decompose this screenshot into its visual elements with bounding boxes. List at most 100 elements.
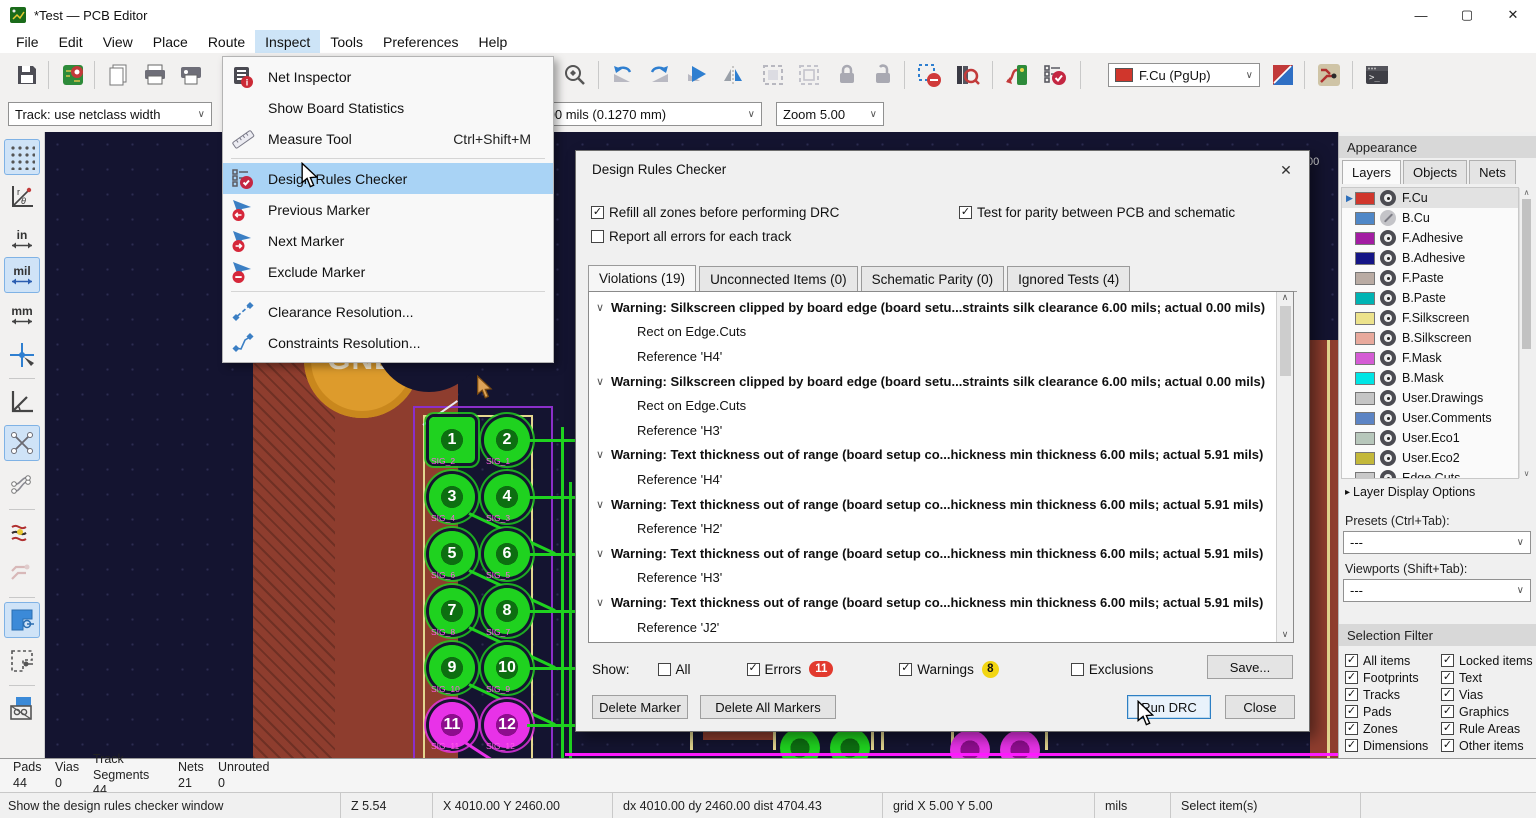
unfill-zones-button[interactable] [914,60,944,90]
layer-row-b-paste[interactable]: B.Paste [1342,288,1518,308]
visibility-eye-icon[interactable] [1380,230,1396,246]
net-highlight-button[interactable] [5,515,39,549]
layer-color-swatch[interactable] [1355,332,1375,345]
filter-rule-areas[interactable]: Rule Areas [1441,720,1533,737]
zoom-select[interactable]: Zoom 5.00∨ [776,102,884,126]
menu-help[interactable]: Help [468,30,517,53]
menu-file[interactable]: File [6,30,49,53]
track-width-select[interactable]: Track: use netclass width∨ [8,102,212,126]
layer-color-swatch[interactable] [1355,292,1375,305]
chevron-down-icon[interactable]: ∨ [589,498,611,511]
menu-item-constraints-resolution[interactable]: Constraints Resolution... [223,327,553,358]
lock-button[interactable] [832,60,862,90]
layer-color-swatch[interactable] [1355,252,1375,265]
layer-row-b-adhesive[interactable]: B.Adhesive [1342,248,1518,268]
filter-vias[interactable]: Vias [1441,686,1533,703]
close-button[interactable]: ✕ [1490,0,1536,30]
pad-2[interactable]: 2SIG_1 [484,417,530,463]
visibility-eye-icon[interactable] [1380,270,1396,286]
show-filter-exclusions[interactable]: Exclusions [1071,662,1154,677]
scroll-down-icon[interactable]: ∨ [1282,629,1289,640]
visibility-eye-icon[interactable] [1380,330,1396,346]
units-inches-button[interactable]: in [5,222,39,256]
tab-ignored-tests-4[interactable]: Ignored Tests (4) [1007,266,1130,291]
checkbox[interactable] [959,206,972,219]
layer-color-swatch[interactable] [1355,352,1375,365]
checkbox[interactable] [1345,688,1358,701]
pad-8[interactable]: 8SIG_7 [484,588,530,634]
violation-message[interactable]: ∨Warning: Text thickness out of range (b… [589,492,1275,517]
ratsnest-visibility-button[interactable] [5,426,39,460]
chevron-down-icon[interactable]: ∨ [589,547,611,560]
checkbox[interactable] [1441,739,1454,752]
layer-color-swatch[interactable] [1355,312,1375,325]
chevron-down-icon[interactable]: ∨ [589,596,611,609]
drc-option-refill-all-zones-before-performing-drc[interactable]: Refill all zones before performing DRC [591,205,839,220]
checkbox[interactable] [591,230,604,243]
menu-item-measure-tool[interactable]: Measure ToolCtrl+Shift+M [223,123,553,154]
page-settings-button[interactable] [104,60,134,90]
layer-color-swatch[interactable] [1355,192,1375,205]
menu-edit[interactable]: Edit [49,30,93,53]
filter-dimensions[interactable]: Dimensions [1345,737,1441,754]
show-filter-all[interactable]: All [658,662,691,677]
violation-detail[interactable]: Reference 'H4' [589,467,1275,492]
visibility-eye-icon[interactable] [1380,190,1396,206]
menu-route[interactable]: Route [198,30,255,53]
chevron-down-icon[interactable]: ∨ [589,375,611,388]
layer-color-swatch[interactable] [1355,432,1375,445]
close-button-drc[interactable]: Close [1225,695,1295,719]
visibility-eye-icon[interactable] [1380,290,1396,306]
chevron-down-icon[interactable]: ∨ [589,301,611,314]
layer-row-f-adhesive[interactable]: F.Adhesive [1342,228,1518,248]
active-layer-select[interactable]: F.Cu (PgUp)∨ [1108,63,1260,87]
units-mm-button[interactable]: mm [5,298,39,332]
layer-presentation-button[interactable] [1268,60,1298,90]
menu-item-clearance-resolution[interactable]: Clearance Resolution... [223,296,553,327]
route-tracks-button[interactable] [1314,60,1344,90]
search-footprints-button[interactable] [952,60,982,90]
zone-outline-mode-button[interactable] [5,644,39,678]
pad-6[interactable]: 6SIG_5 [484,531,530,577]
filter-text[interactable]: Text [1441,669,1533,686]
show-filter-warnings[interactable]: Warnings8 [899,661,999,678]
violation-detail[interactable]: Rect on Edge.Cuts [589,320,1275,345]
layers-scrollbar[interactable]: ∧∨ [1519,188,1533,478]
group-button[interactable] [758,60,788,90]
layer-color-swatch[interactable] [1355,232,1375,245]
violation-detail[interactable]: Reference 'J2' [589,615,1275,640]
scroll-up-icon[interactable]: ∧ [1524,188,1530,197]
menu-item-net-inspector[interactable]: iNet Inspector [223,61,553,92]
filter-all-items[interactable]: All items [1345,652,1441,669]
layer-row-b-mask[interactable]: B.Mask [1342,368,1518,388]
menu-preferences[interactable]: Preferences [373,30,468,53]
layer-row-user-comments[interactable]: User.Comments [1342,408,1518,428]
filter-locked-items[interactable]: Locked items [1441,652,1533,669]
pad-11[interactable]: 11SIG_11 [429,702,475,748]
menu-item-exclude-marker[interactable]: Exclude Marker [223,256,553,287]
units-mils-button[interactable]: mil [5,258,39,292]
checkbox[interactable] [747,663,760,676]
filter-graphics[interactable]: Graphics [1441,703,1533,720]
checkbox[interactable] [1345,654,1358,667]
visibility-eye-icon[interactable] [1380,310,1396,326]
scripting-console-button[interactable]: >_ [1362,60,1392,90]
violation-message[interactable]: ∨Warning: Silkscreen clipped by board ed… [589,369,1275,394]
checkbox[interactable] [1345,722,1358,735]
show-filter-errors[interactable]: Errors11 [747,661,834,677]
layer-row-f-paste[interactable]: F.Paste [1342,268,1518,288]
violation-message[interactable]: ∨Warning: Silkscreen clipped by board ed… [589,295,1275,320]
ungroup-button[interactable] [794,60,824,90]
layer-color-swatch[interactable] [1355,272,1375,285]
presets-select[interactable]: ---∨ [1343,531,1531,554]
dim-nets-button[interactable] [5,556,39,590]
menu-tools[interactable]: Tools [320,30,373,53]
layer-color-swatch[interactable] [1355,452,1375,465]
viewports-select[interactable]: ---∨ [1343,579,1531,602]
scroll-down-icon[interactable]: ∨ [1524,469,1530,478]
grid-visibility-button[interactable] [5,140,39,174]
unlock-button[interactable] [868,60,898,90]
visibility-eye-icon[interactable] [1380,370,1396,386]
violation-detail[interactable]: Reference 'H3' [589,418,1275,443]
maximize-button[interactable]: ▢ [1444,0,1490,30]
